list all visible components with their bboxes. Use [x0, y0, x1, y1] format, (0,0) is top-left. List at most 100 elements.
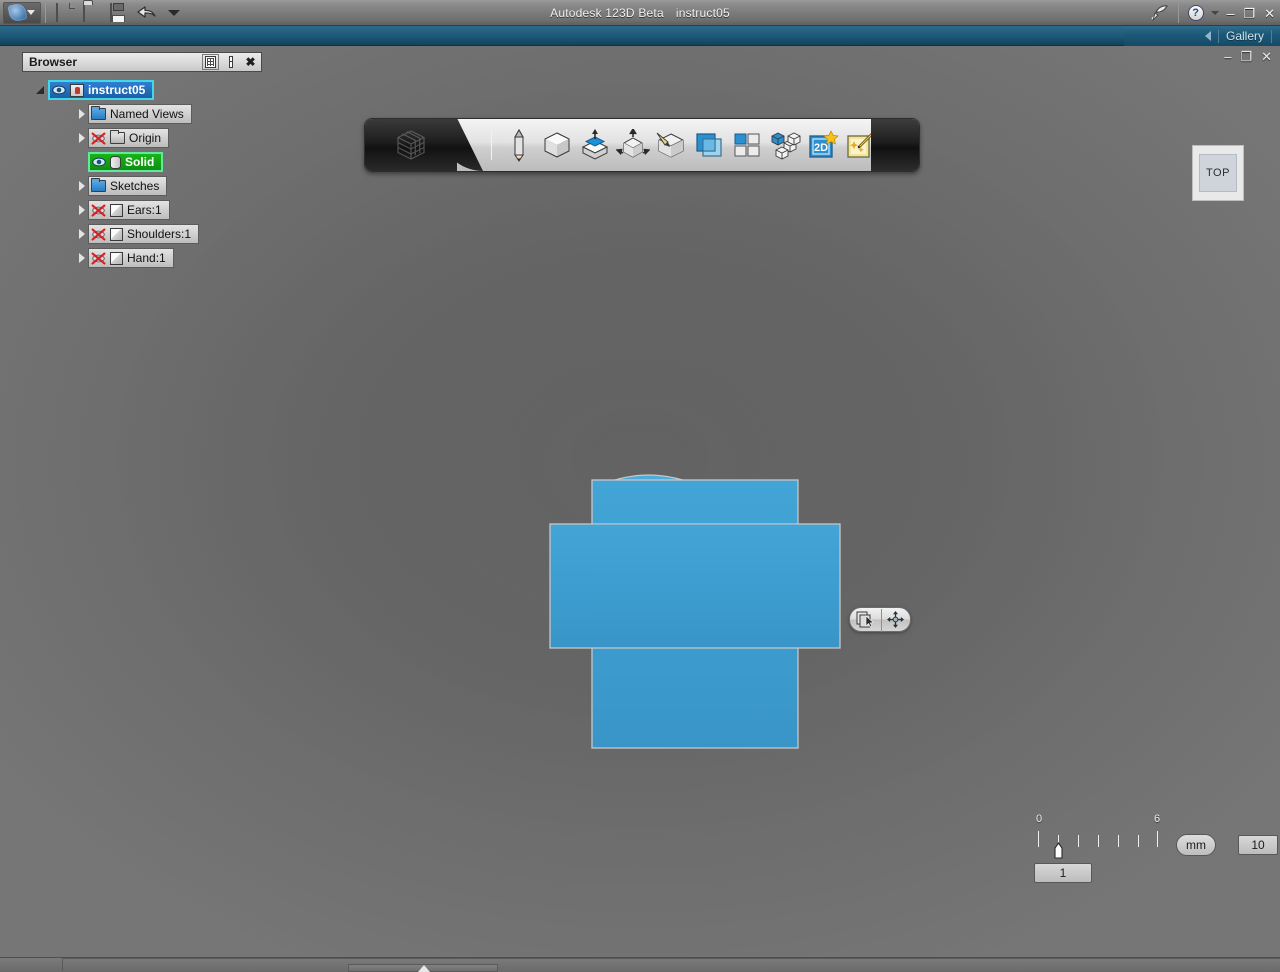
eye-hidden-icon[interactable] — [91, 228, 106, 241]
status-bar-inner — [62, 958, 1280, 971]
app-title: Autodesk 123D Beta — [550, 5, 664, 20]
minimize-button[interactable]: – — [1226, 6, 1236, 20]
browser-panel[interactable]: Browser ✖ instruct05 Named Views Origin … — [22, 52, 262, 270]
main-toolbar[interactable]: 2D — [364, 118, 920, 172]
tree-node-hand[interactable]: Hand:1 — [88, 248, 174, 268]
tree-item-sketches[interactable]: Sketches — [22, 174, 262, 198]
browser-display-options-button[interactable] — [202, 54, 219, 70]
toolbar-end-panel[interactable] — [871, 119, 919, 171]
document-restore-button[interactable]: ❐ — [1240, 50, 1252, 63]
tree-item-ears[interactable]: Ears:1 — [22, 198, 262, 222]
expand-twisty-icon[interactable] — [76, 132, 88, 144]
move-gizmo-button[interactable] — [880, 607, 910, 632]
pattern-tool[interactable] — [652, 125, 690, 165]
folder-blue-icon — [91, 178, 106, 192]
expand-twisty-icon[interactable] — [76, 228, 88, 240]
browser-header-buttons[interactable]: ✖ — [202, 54, 259, 70]
customize-qat-button[interactable] — [168, 9, 180, 16]
help-dropdown-icon[interactable] — [1210, 11, 1219, 15]
tree-item-shoulders[interactable]: Shoulders:1 — [22, 222, 262, 246]
gallery-tab[interactable]: Gallery — [1226, 29, 1264, 43]
assemble-tool[interactable] — [766, 125, 804, 165]
select-copy-button[interactable] — [850, 607, 880, 632]
eye-hidden-icon[interactable] — [91, 252, 106, 265]
document-close-button[interactable]: ✕ — [1261, 50, 1272, 63]
toolbar-brand-panel[interactable] — [365, 119, 457, 171]
save-document-button[interactable] — [110, 2, 128, 22]
document-window-controls[interactable]: – ❐ ✕ — [1224, 50, 1272, 63]
ruler-marker-icon[interactable] — [1053, 842, 1064, 859]
tree-node-named-views[interactable]: Named Views — [88, 104, 192, 124]
triangle-left-icon[interactable] — [1204, 31, 1211, 41]
combine-tool[interactable] — [690, 125, 728, 165]
gallery-divider-right — [1271, 29, 1272, 43]
open-document-button[interactable] — [83, 2, 101, 22]
context-mini-toolbar[interactable] — [849, 607, 911, 632]
primitives-tool[interactable] — [538, 125, 576, 165]
assembly-pin-icon — [70, 83, 84, 97]
tree-node-shoulders[interactable]: Shoulders:1 — [88, 224, 200, 244]
help-separator — [1177, 3, 1179, 23]
tree-node-solid[interactable]: Solid — [88, 152, 164, 172]
eye-icon[interactable] — [92, 157, 106, 167]
window-title: Autodesk 123D Beta instruct05 — [0, 6, 1280, 20]
browser-autohide-button[interactable] — [222, 54, 239, 70]
browser-close-button[interactable]: ✖ — [242, 54, 259, 70]
tree-node-ears[interactable]: Ears:1 — [88, 200, 170, 220]
cube-icon — [110, 203, 123, 217]
snap-value-field[interactable]: 1 — [1034, 863, 1092, 883]
model-browser-tree[interactable]: instruct05 Named Views Origin Solid Sket… — [22, 72, 262, 270]
application-window: TOP 0 6 1 mm 10 2D Autodesk 123D Beta in… — [0, 0, 1280, 972]
expand-twisty-icon[interactable] — [76, 252, 88, 264]
new-document-button[interactable] — [56, 2, 74, 22]
convert-2d-tool[interactable]: 2D — [804, 125, 842, 165]
tree-item-instruct05[interactable]: instruct05 — [22, 78, 262, 102]
tree-node-origin[interactable]: Origin — [88, 128, 170, 148]
grouping-tool[interactable] — [728, 125, 766, 165]
sketch-tool[interactable] — [500, 125, 538, 165]
tree-label: Solid — [125, 155, 155, 169]
new-document-icon — [56, 2, 58, 22]
tree-node-sketches[interactable]: Sketches — [88, 176, 168, 196]
ruler-tick-minor — [1118, 835, 1119, 847]
modify-tool[interactable] — [614, 125, 652, 165]
eye-icon[interactable] — [52, 85, 66, 95]
help-button[interactable]: ? — [1187, 5, 1204, 21]
browser-header[interactable]: Browser ✖ — [22, 52, 262, 72]
solid-model-cross-shape[interactable] — [548, 466, 848, 756]
title-bar-right-controls[interactable]: ? – ❐ ✕ — [1149, 0, 1276, 26]
document-minimize-button[interactable]: – — [1224, 50, 1231, 63]
satellite-dish-icon[interactable] — [1149, 4, 1169, 22]
construct-tool[interactable] — [576, 125, 614, 165]
expand-twisty-icon[interactable] — [76, 180, 88, 192]
viewcube-face-label[interactable]: TOP — [1199, 154, 1237, 192]
chevron-down-icon[interactable] — [27, 10, 35, 15]
grid-value-field[interactable]: 10 — [1238, 835, 1278, 855]
expand-twisty-open-icon[interactable] — [36, 84, 48, 96]
scale-ruler[interactable]: 0 6 1 mm 10 — [1014, 813, 1278, 895]
tree-item-solid[interactable]: Solid — [22, 150, 262, 174]
tree-item-hand[interactable]: Hand:1 — [22, 246, 262, 270]
unit-selector[interactable]: mm — [1176, 834, 1216, 856]
open-folder-icon — [83, 2, 85, 22]
tree-item-named-views[interactable]: Named Views — [22, 102, 262, 126]
close-button[interactable]: ✕ — [1263, 7, 1276, 20]
tree-item-origin[interactable]: Origin — [22, 126, 262, 150]
resize-handle-icon[interactable] — [348, 964, 498, 972]
main-toolbar-items[interactable]: 2D — [483, 119, 897, 171]
close-x-icon: ✖ — [245, 55, 256, 69]
gallery-controls[interactable]: Gallery — [1204, 26, 1280, 46]
viewcube-top[interactable]: TOP — [1192, 145, 1244, 201]
browser-title: Browser — [29, 55, 78, 69]
folder-icon — [110, 130, 125, 144]
undo-button[interactable] — [137, 5, 157, 21]
tree-node-instruct05[interactable]: instruct05 — [48, 80, 155, 100]
expand-twisty-icon[interactable] — [76, 108, 88, 120]
eye-hidden-icon[interactable] — [91, 132, 106, 145]
application-menu-button[interactable] — [3, 1, 41, 24]
quick-access-toolbar[interactable] — [56, 2, 180, 22]
eye-hidden-icon[interactable] — [91, 204, 106, 217]
mini-toolbar-divider — [881, 609, 882, 632]
restore-button[interactable]: ❐ — [1242, 7, 1256, 20]
expand-twisty-icon[interactable] — [76, 204, 88, 216]
